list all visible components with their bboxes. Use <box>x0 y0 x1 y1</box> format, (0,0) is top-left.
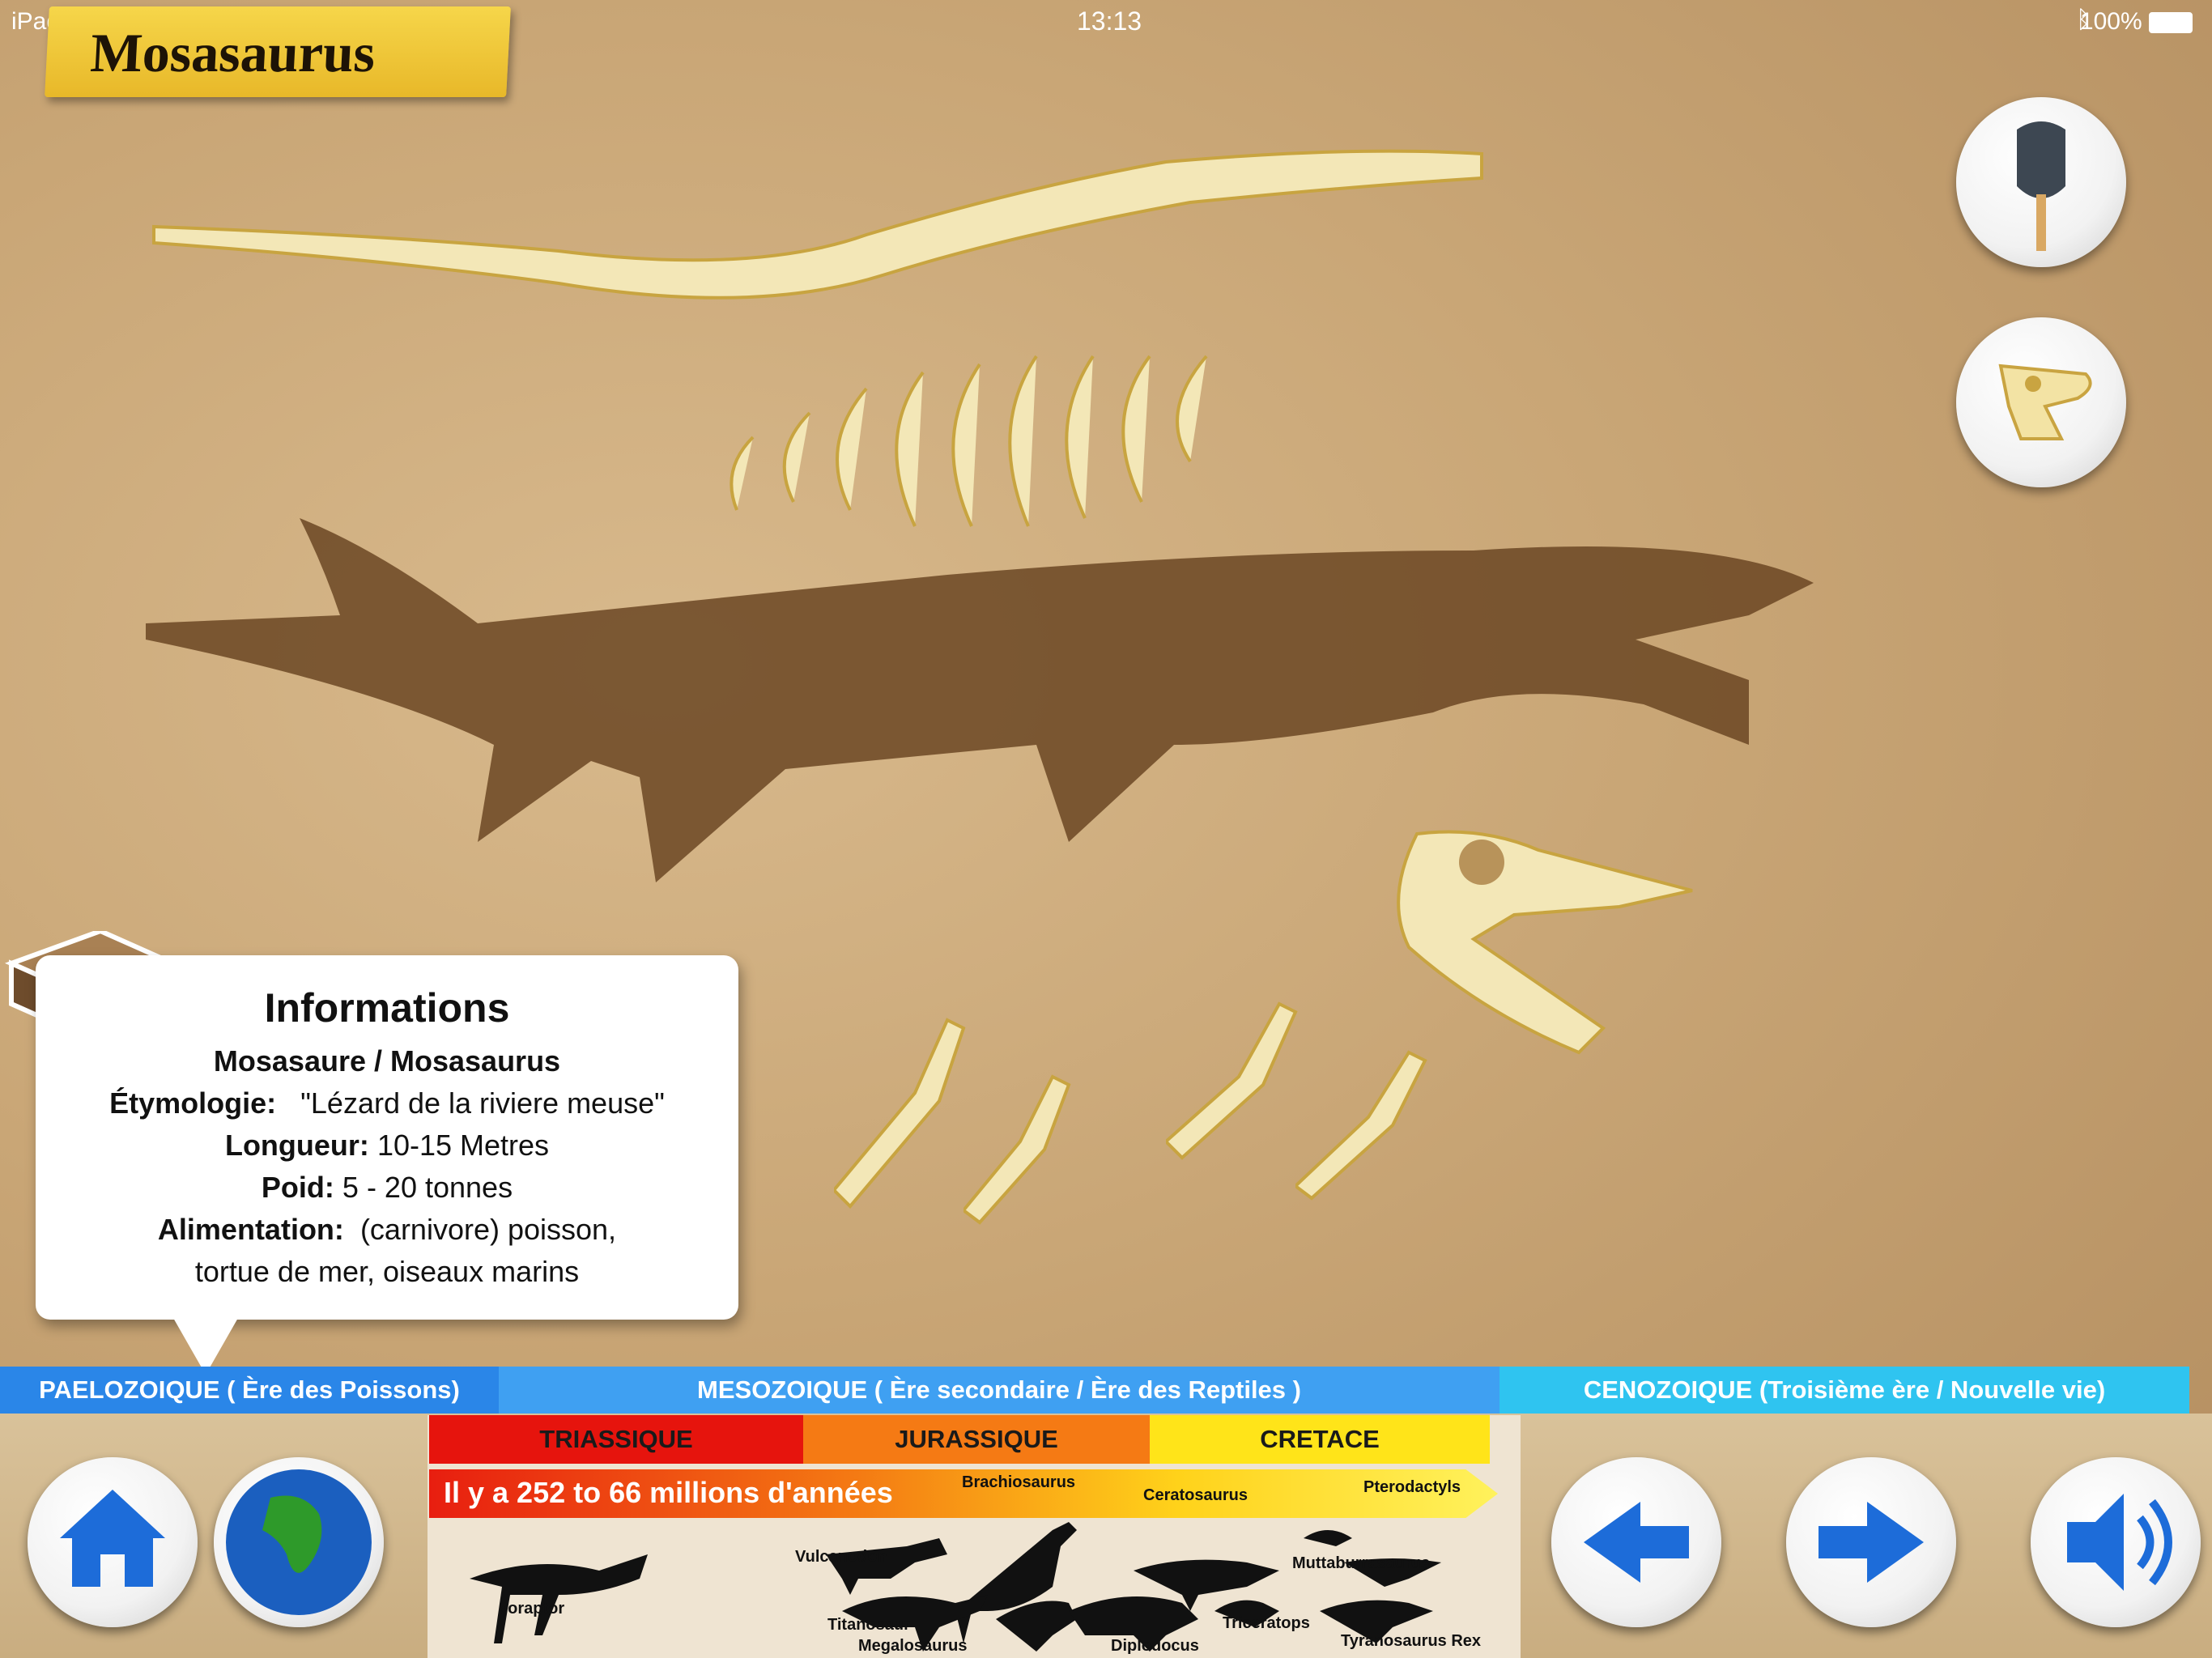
dig-tool-button[interactable] <box>1956 97 2126 267</box>
period-jurassic[interactable]: JURASSIQUE <box>803 1415 1150 1464</box>
info-weight: Poid: 5 - 20 tonnes <box>261 1171 513 1204</box>
dino-brachiosaurus[interactable]: Brachiosaurus <box>962 1473 1075 1492</box>
dino-tyrannosaurus-rex[interactable]: Tyranosaurus Rex <box>1341 1632 1481 1651</box>
next-button[interactable] <box>1786 1457 1956 1627</box>
period-triassic[interactable]: TRIASSIQUE <box>429 1415 803 1464</box>
dinosaur-title-tag: Mosasaurus <box>45 6 511 97</box>
era-cenozoic[interactable]: CENOZOIQUE (Troisième ère / Nouvelle vie… <box>1499 1367 2189 1414</box>
spine-bones[interactable] <box>138 130 1514 332</box>
dinosaur-silhouettes <box>470 1522 1441 1652</box>
dino-eoraptor[interactable]: eoraptor <box>499 1600 564 1618</box>
dinosaur-title: Mosasaurus <box>88 22 377 83</box>
info-length: Longueur: 10-15 Metres <box>224 1129 550 1162</box>
info-name: Mosasaure / Mosasaurus <box>213 1044 561 1078</box>
info-diet-2: tortue de mer, oiseaux marins <box>194 1255 580 1288</box>
clock: 13:13 <box>1077 6 1142 36</box>
era-mesozoic[interactable]: MESOZOIQUE ( Ère secondaire / Ère des Re… <box>499 1367 1499 1414</box>
flipper-bone-3[interactable] <box>1166 996 1312 1166</box>
world-map-button[interactable] <box>214 1457 384 1627</box>
flipper-bone-4[interactable] <box>1295 1044 1441 1206</box>
dino-megalosaurus[interactable]: Megalosaurus <box>858 1637 967 1656</box>
arrow-right-icon <box>1819 1502 1924 1583</box>
flipper-bone-2[interactable] <box>963 1069 1093 1231</box>
sound-button[interactable] <box>2031 1457 2201 1627</box>
info-heading: Informations <box>264 985 510 1031</box>
info-etymology: Étymologie: "Lézard de la riviere meuse" <box>109 1086 665 1120</box>
period-cretaceous[interactable]: CRETACE <box>1150 1415 1490 1464</box>
dino-diplodocus[interactable]: Diplodocus <box>1111 1637 1199 1656</box>
arrow-left-icon <box>1584 1502 1689 1583</box>
dino-muttaburrasaurus[interactable]: Muttaburrasaurus <box>1292 1554 1430 1573</box>
era-paleozoic[interactable]: PAELOZOIQUE ( Ère des Poissons) <box>0 1367 499 1414</box>
previous-button[interactable] <box>1551 1457 1721 1627</box>
info-diet: Alimentation: (carnivore) poisson, <box>157 1213 617 1246</box>
skull-bone[interactable] <box>1385 818 1708 1061</box>
dinosaur-skull-icon <box>1998 363 2092 440</box>
dino-pterodactyls[interactable]: Pterodactyls <box>1363 1478 1461 1497</box>
dino-vulcanodon[interactable]: Vulcanodon <box>795 1548 887 1567</box>
dino-triceratops[interactable]: Triceratops <box>1223 1614 1310 1633</box>
globe-icon <box>226 1469 372 1615</box>
skeleton-view-button[interactable] <box>1956 317 2126 487</box>
home-icon <box>60 1490 165 1587</box>
dino-ceratosaurus[interactable]: Ceratosaurus <box>1143 1486 1248 1505</box>
speaker-icon <box>2067 1494 2172 1591</box>
shovel-icon <box>2017 121 2065 251</box>
battery-level: 100% <box>2080 8 2193 36</box>
dino-titanosaur[interactable]: Titanosaur <box>827 1616 910 1635</box>
info-panel: Informations Mosasaure / Mosasaurus Étym… <box>36 955 738 1375</box>
battery-icon <box>2149 12 2193 34</box>
home-button[interactable] <box>28 1457 198 1627</box>
